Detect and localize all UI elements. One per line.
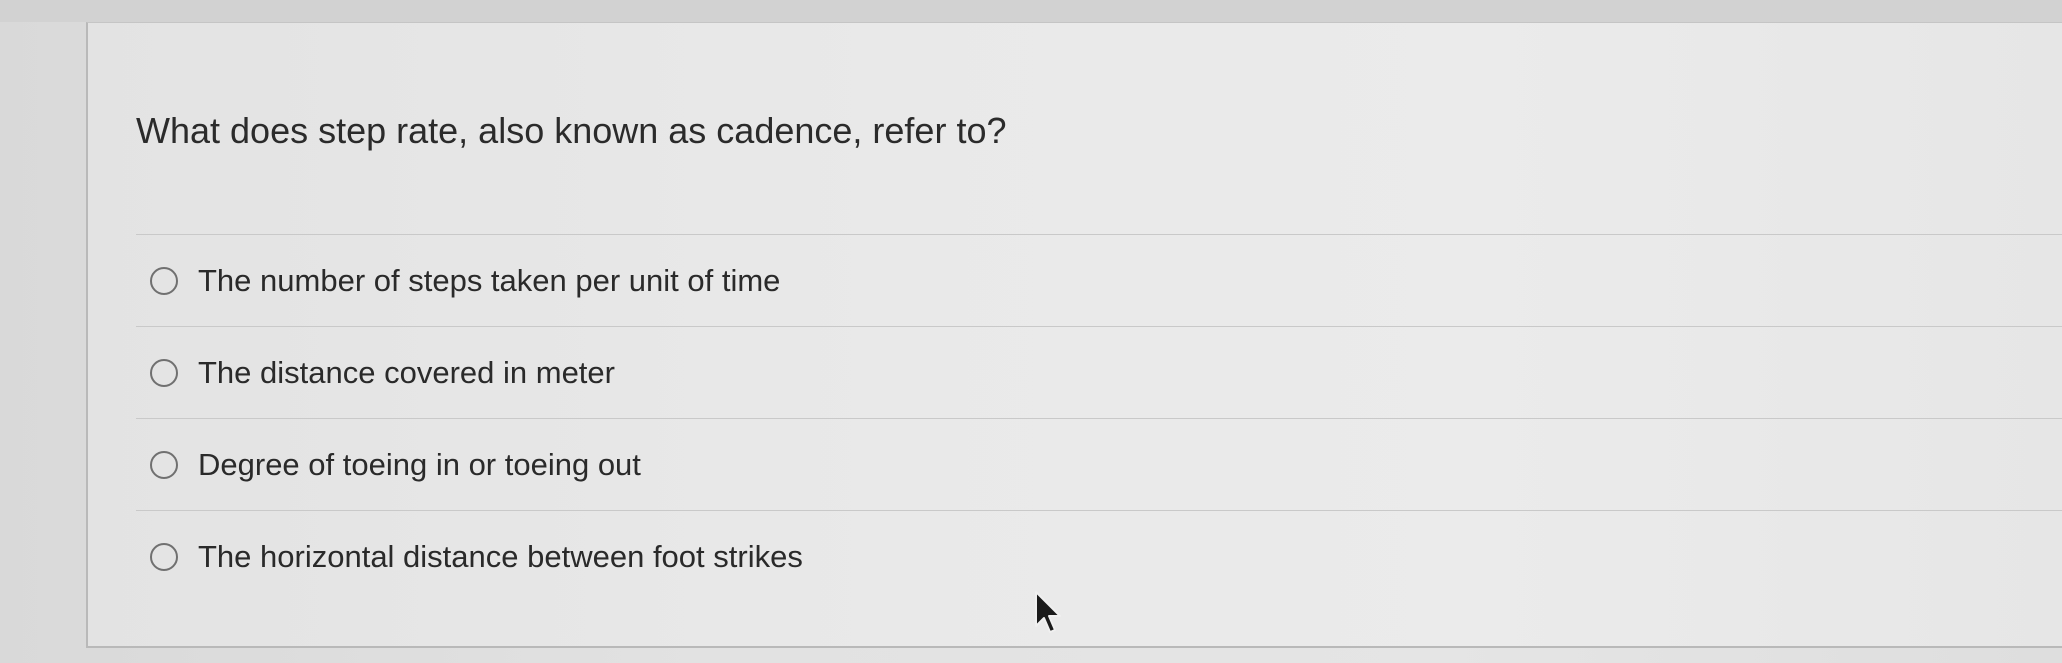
answer-options: The number of steps taken per unit of ti… — [136, 234, 2062, 603]
screen: What does step rate, also known as caden… — [0, 0, 2062, 663]
answer-option-label[interactable]: The number of steps taken per unit of ti… — [198, 263, 780, 299]
answer-option-3[interactable]: Degree of toeing in or toeing out — [136, 419, 2062, 511]
question-text: What does step rate, also known as caden… — [136, 110, 1007, 151]
answer-option-label[interactable]: The horizontal distance between foot str… — [198, 539, 803, 575]
answer-option-1[interactable]: The number of steps taken per unit of ti… — [136, 235, 2062, 327]
mouse-pointer-icon — [1035, 591, 1061, 633]
radio-button-icon[interactable] — [150, 266, 178, 295]
answer-option-label[interactable]: Degree of toeing in or toeing out — [198, 447, 641, 483]
top-band — [0, 0, 2062, 22]
radio-button-icon[interactable] — [150, 358, 178, 387]
answer-option-2[interactable]: The distance covered in meter — [136, 327, 2062, 419]
radio-button-icon[interactable] — [150, 543, 178, 571]
answer-option-4[interactable]: The horizontal distance between foot str… — [136, 511, 2062, 603]
answer-option-label[interactable]: The distance covered in meter — [198, 355, 615, 391]
radio-button-icon[interactable] — [150, 450, 178, 479]
